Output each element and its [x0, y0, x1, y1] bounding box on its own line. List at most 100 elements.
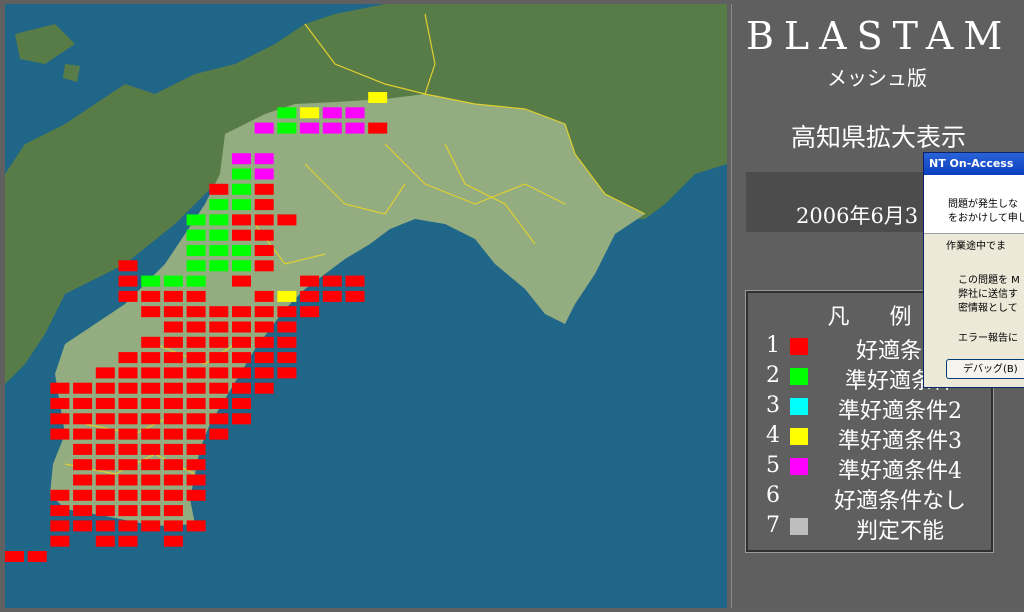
- mesh-cell: [277, 214, 297, 226]
- mesh-cell: [50, 520, 70, 532]
- mesh-cell: [95, 398, 115, 409]
- legend-row: 6 好適条件なし: [748, 483, 991, 514]
- mesh-cell: [141, 413, 161, 425]
- mesh-cell: [209, 245, 229, 256]
- mesh-cell: [73, 443, 93, 455]
- mesh-cell: [186, 474, 206, 486]
- mesh-cell: [345, 122, 365, 134]
- mesh-cell: [186, 275, 206, 287]
- mesh-cell: [95, 367, 115, 379]
- mesh-cell: [322, 275, 342, 287]
- mesh-cell: [254, 336, 274, 348]
- mesh-cell: [95, 413, 115, 425]
- mesh-cell: [118, 352, 138, 364]
- mesh-cell: [186, 214, 206, 226]
- mesh-cell: [186, 367, 206, 379]
- mesh-cell: [118, 398, 138, 409]
- mesh-cell: [254, 199, 274, 211]
- mesh-cell: [254, 290, 274, 302]
- mesh-cell: [141, 520, 161, 532]
- mesh-cell: [163, 535, 183, 547]
- mesh-cell: [277, 290, 297, 302]
- mesh-cell: [254, 321, 274, 333]
- mesh-cell: [73, 459, 93, 471]
- mesh-cell: [254, 153, 274, 165]
- mesh-cell: [209, 336, 229, 348]
- mesh-cell: [163, 474, 183, 486]
- mesh-cell: [232, 336, 251, 348]
- dialog-title[interactable]: NT On-Access: [924, 153, 1024, 175]
- mesh-cell: [95, 443, 115, 455]
- mesh-cell: [141, 398, 161, 409]
- mesh-cell: [209, 214, 229, 226]
- mesh-cell: [50, 505, 70, 517]
- legend-num: 2: [766, 363, 780, 388]
- mesh-cell: [232, 306, 251, 318]
- mesh-cell: [163, 505, 183, 517]
- mesh-cell: [163, 321, 183, 333]
- mesh-cell: [118, 275, 138, 287]
- error-dialog[interactable]: NT On-Access 問題が発生しな をおかけして申し 作業途中でま この問…: [923, 152, 1024, 388]
- mesh-cell: [277, 336, 297, 348]
- mesh-cell: [141, 489, 161, 501]
- mesh-cell: [186, 229, 206, 241]
- map-view[interactable]: [5, 4, 727, 608]
- mesh-cell: [232, 352, 251, 364]
- legend-label: 準好適条件2: [838, 399, 962, 424]
- mesh-cell: [277, 321, 297, 333]
- mesh-cell: [368, 92, 388, 103]
- mesh-cell: [118, 474, 138, 486]
- mesh-cell: [232, 382, 251, 394]
- mesh-cell: [186, 260, 206, 272]
- mesh-cell: [209, 413, 229, 425]
- legend-num: 1: [766, 333, 780, 358]
- legend-label: 判定不能: [855, 519, 944, 544]
- legend-num: 7: [766, 513, 780, 538]
- mesh-cell: [141, 505, 161, 517]
- mesh-cell: [141, 474, 161, 486]
- mesh-cell: [50, 489, 70, 501]
- mesh-cell: [186, 382, 206, 394]
- dialog-text: をおかけして申し: [948, 213, 1024, 224]
- mesh-cell: [232, 413, 251, 425]
- mesh-cell: [186, 428, 206, 440]
- mesh-cell: [163, 367, 183, 379]
- mesh-cell: [209, 229, 229, 241]
- mesh-cell: [163, 275, 183, 287]
- mesh-cell: [186, 489, 206, 501]
- mesh-cell: [163, 489, 183, 501]
- mesh-cell: [232, 168, 251, 180]
- debug-button[interactable]: デバッグ(B): [946, 359, 1024, 379]
- mesh-cell: [141, 367, 161, 379]
- mesh-cell: [50, 428, 70, 440]
- mesh-cell: [5, 551, 24, 562]
- mesh-cell: [141, 443, 161, 455]
- view-label: 高知県拡大表示: [790, 123, 966, 152]
- mesh-cell: [209, 199, 229, 211]
- mesh-cell: [232, 398, 251, 409]
- mesh-cell: [50, 398, 70, 409]
- mesh-cell: [209, 352, 229, 364]
- mesh-cell: [118, 459, 138, 471]
- mesh-cell: [254, 214, 274, 226]
- dialog-text: 弊社に送信す: [958, 289, 1018, 300]
- mesh-cell: [254, 260, 274, 272]
- mesh-cell: [300, 107, 320, 119]
- legend-num: 5: [766, 453, 780, 478]
- mesh-cell: [73, 474, 93, 486]
- legend-row: 7 判定不能: [748, 513, 991, 544]
- mesh-cell: [345, 107, 365, 119]
- mesh-cell: [300, 122, 320, 134]
- mesh-cell: [118, 443, 138, 455]
- island: [63, 64, 80, 82]
- island: [15, 24, 75, 64]
- mesh-cell: [254, 229, 274, 241]
- dialog-text: 問題が発生しな: [948, 199, 1018, 210]
- mesh-cell: [232, 153, 251, 165]
- mesh-cell: [163, 413, 183, 425]
- mesh-cell: [232, 199, 251, 211]
- mesh-cell: [163, 443, 183, 455]
- date-text: 2006年6月3: [796, 204, 919, 228]
- mesh-cell: [232, 321, 251, 333]
- mesh-cell: [163, 336, 183, 348]
